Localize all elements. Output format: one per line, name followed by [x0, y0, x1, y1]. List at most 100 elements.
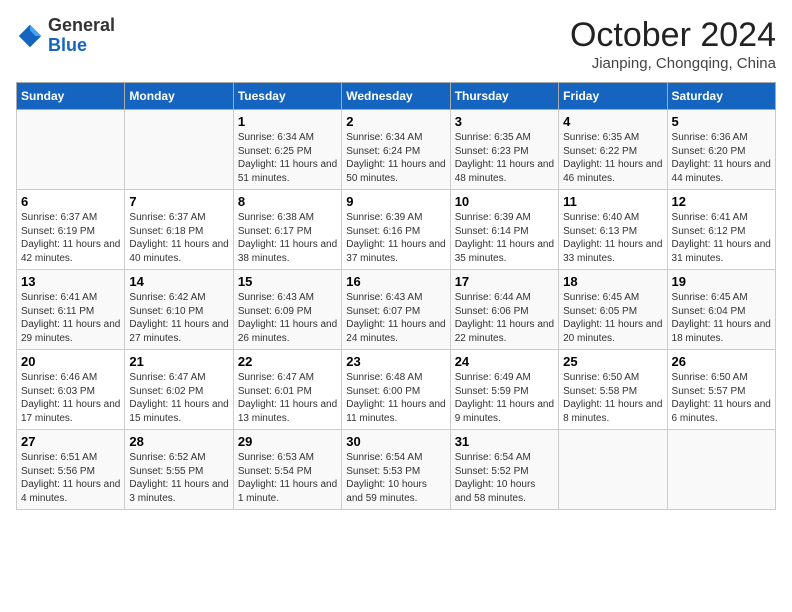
day-number: 24 — [455, 354, 554, 369]
calendar-cell: 7 Sunrise: 6:37 AM Sunset: 6:18 PM Daylig… — [125, 190, 233, 270]
calendar-cell: 28 Sunrise: 6:52 AM Sunset: 5:55 PM Dayli… — [125, 430, 233, 510]
calendar-cell: 21Sunrise: 6:47 AM Sunset: 6:02 PM Dayli… — [125, 350, 233, 430]
week-row-1: 1Sunrise: 6:34 AM Sunset: 6:25 PM Daylig… — [17, 110, 776, 190]
day-number: 16 — [346, 274, 445, 289]
day-info: Sunrise: 6:45 AM Sunset: 6:04 PM Dayligh… — [672, 291, 771, 345]
day-info: Sunrise: 6:49 AM Sunset: 5:59 PM Dayligh… — [455, 371, 554, 425]
day-info: Sunrise: 6:50 AM Sunset: 5:58 PM Dayligh… — [563, 371, 662, 425]
day-info: Sunrise: 6:54 AM Sunset: 5:52 PM Dayligh… — [455, 451, 554, 505]
header-row: SundayMondayTuesdayWednesdayThursdayFrid… — [17, 83, 776, 110]
header-cell-thursday: Thursday — [450, 83, 558, 110]
day-info: Sunrise: 6:53 AM Sunset: 5:54 PM Dayligh… — [238, 451, 337, 505]
title-block: October 2024 Jianping, Chongqing, China — [570, 16, 776, 72]
day-info: Sunrise: 6:39 AM Sunset: 6:14 PM Dayligh… — [455, 211, 554, 265]
day-number: 4 — [563, 114, 662, 129]
day-number: 23 — [346, 354, 445, 369]
calendar-cell: 20 Sunrise: 6:46 AM Sunset: 6:03 PM Dayli… — [17, 350, 125, 430]
day-info: Sunrise: 6:44 AM Sunset: 6:06 PM Dayligh… — [455, 291, 554, 345]
day-number: 14 — [129, 274, 228, 289]
day-number: 22 — [238, 354, 337, 369]
day-info: Sunrise: 6:48 AM Sunset: 6:00 PM Dayligh… — [346, 371, 445, 425]
calendar-cell: 13 Sunrise: 6:41 AM Sunset: 6:11 PM Dayli… — [17, 270, 125, 350]
calendar-cell: 26Sunrise: 6:50 AM Sunset: 5:57 PM Dayli… — [667, 350, 775, 430]
day-number: 11 — [563, 194, 662, 209]
day-info: Sunrise: 6:46 AM Sunset: 6:03 PM Dayligh… — [21, 371, 120, 425]
day-number: 28 — [129, 434, 228, 449]
day-info: Sunrise: 6:51 AM Sunset: 5:56 PM Dayligh… — [21, 451, 120, 505]
day-info: Sunrise: 6:37 AM Sunset: 6:18 PM Dayligh… — [129, 211, 228, 265]
calendar-cell — [559, 430, 667, 510]
calendar-subtitle: Jianping, Chongqing, China — [570, 55, 776, 72]
calendar-cell: 10 Sunrise: 6:39 AM Sunset: 6:14 PM Dayli… — [450, 190, 558, 270]
calendar-table: SundayMondayTuesdayWednesdayThursdayFrid… — [16, 82, 776, 510]
day-info: Sunrise: 6:54 AM Sunset: 5:53 PM Dayligh… — [346, 451, 445, 505]
day-info: Sunrise: 6:41 AM Sunset: 6:11 PM Dayligh… — [21, 291, 120, 345]
day-info: Sunrise: 6:35 AM Sunset: 6:22 PM Dayligh… — [563, 131, 662, 185]
calendar-cell: 15Sunrise: 6:43 AM Sunset: 6:09 PM Dayli… — [233, 270, 341, 350]
calendar-cell: 12 Sunrise: 6:41 AM Sunset: 6:12 PM Dayli… — [667, 190, 775, 270]
logo: General Blue — [16, 16, 115, 56]
day-number: 27 — [21, 434, 120, 449]
day-number: 2 — [346, 114, 445, 129]
calendar-cell: 29 Sunrise: 6:53 AM Sunset: 5:54 PM Dayli… — [233, 430, 341, 510]
day-info: Sunrise: 6:47 AM Sunset: 6:01 PM Dayligh… — [238, 371, 337, 425]
day-number: 26 — [672, 354, 771, 369]
day-number: 3 — [455, 114, 554, 129]
calendar-cell: 4 Sunrise: 6:35 AM Sunset: 6:22 PM Daylig… — [559, 110, 667, 190]
day-info: Sunrise: 6:43 AM Sunset: 6:07 PM Dayligh… — [346, 291, 445, 345]
day-number: 18 — [563, 274, 662, 289]
day-number: 20 — [21, 354, 120, 369]
day-number: 29 — [238, 434, 337, 449]
calendar-cell: 27 Sunrise: 6:51 AM Sunset: 5:56 PM Dayli… — [17, 430, 125, 510]
calendar-cell: 5 Sunrise: 6:36 AM Sunset: 6:20 PM Daylig… — [667, 110, 775, 190]
calendar-cell — [17, 110, 125, 190]
calendar-cell — [667, 430, 775, 510]
logo-general: General — [48, 16, 115, 36]
calendar-cell: 9 Sunrise: 6:39 AM Sunset: 6:16 PM Daylig… — [342, 190, 450, 270]
day-number: 19 — [672, 274, 771, 289]
day-info: Sunrise: 6:41 AM Sunset: 6:12 PM Dayligh… — [672, 211, 771, 265]
day-number: 9 — [346, 194, 445, 209]
calendar-cell: 8 Sunrise: 6:38 AM Sunset: 6:17 PM Daylig… — [233, 190, 341, 270]
calendar-cell: 14Sunrise: 6:42 AM Sunset: 6:10 PM Dayli… — [125, 270, 233, 350]
calendar-cell: 24 Sunrise: 6:49 AM Sunset: 5:59 PM Dayli… — [450, 350, 558, 430]
day-info: Sunrise: 6:43 AM Sunset: 6:09 PM Dayligh… — [238, 291, 337, 345]
calendar-cell: 1Sunrise: 6:34 AM Sunset: 6:25 PM Daylig… — [233, 110, 341, 190]
logo-text: General Blue — [48, 16, 115, 56]
calendar-cell: 11Sunrise: 6:40 AM Sunset: 6:13 PM Dayli… — [559, 190, 667, 270]
calendar-cell: 18 Sunrise: 6:45 AM Sunset: 6:05 PM Dayli… — [559, 270, 667, 350]
page-header: General Blue October 2024 Jianping, Chon… — [16, 16, 776, 72]
header-cell-tuesday: Tuesday — [233, 83, 341, 110]
day-number: 7 — [129, 194, 228, 209]
logo-blue: Blue — [48, 36, 115, 56]
calendar-cell — [125, 110, 233, 190]
header-cell-monday: Monday — [125, 83, 233, 110]
day-info: Sunrise: 6:39 AM Sunset: 6:16 PM Dayligh… — [346, 211, 445, 265]
header-cell-sunday: Sunday — [17, 83, 125, 110]
calendar-title: October 2024 — [570, 16, 776, 55]
day-number: 5 — [672, 114, 771, 129]
week-row-3: 13 Sunrise: 6:41 AM Sunset: 6:11 PM Dayli… — [17, 270, 776, 350]
day-number: 25 — [563, 354, 662, 369]
day-info: Sunrise: 6:34 AM Sunset: 6:25 PM Dayligh… — [238, 131, 337, 185]
day-info: Sunrise: 6:45 AM Sunset: 6:05 PM Dayligh… — [563, 291, 662, 345]
day-info: Sunrise: 6:38 AM Sunset: 6:17 PM Dayligh… — [238, 211, 337, 265]
week-row-2: 6Sunrise: 6:37 AM Sunset: 6:19 PM Daylig… — [17, 190, 776, 270]
calendar-cell: 2 Sunrise: 6:34 AM Sunset: 6:24 PM Daylig… — [342, 110, 450, 190]
header-cell-saturday: Saturday — [667, 83, 775, 110]
day-number: 21 — [129, 354, 228, 369]
calendar-cell: 30Sunrise: 6:54 AM Sunset: 5:53 PM Dayli… — [342, 430, 450, 510]
day-number: 13 — [21, 274, 120, 289]
day-number: 8 — [238, 194, 337, 209]
day-number: 17 — [455, 274, 554, 289]
header-cell-wednesday: Wednesday — [342, 83, 450, 110]
day-info: Sunrise: 6:36 AM Sunset: 6:20 PM Dayligh… — [672, 131, 771, 185]
calendar-cell: 23 Sunrise: 6:48 AM Sunset: 6:00 PM Dayli… — [342, 350, 450, 430]
day-info: Sunrise: 6:35 AM Sunset: 6:23 PM Dayligh… — [455, 131, 554, 185]
day-info: Sunrise: 6:34 AM Sunset: 6:24 PM Dayligh… — [346, 131, 445, 185]
day-info: Sunrise: 6:52 AM Sunset: 5:55 PM Dayligh… — [129, 451, 228, 505]
day-number: 10 — [455, 194, 554, 209]
day-number: 12 — [672, 194, 771, 209]
week-row-5: 27 Sunrise: 6:51 AM Sunset: 5:56 PM Dayli… — [17, 430, 776, 510]
calendar-cell: 3 Sunrise: 6:35 AM Sunset: 6:23 PM Daylig… — [450, 110, 558, 190]
